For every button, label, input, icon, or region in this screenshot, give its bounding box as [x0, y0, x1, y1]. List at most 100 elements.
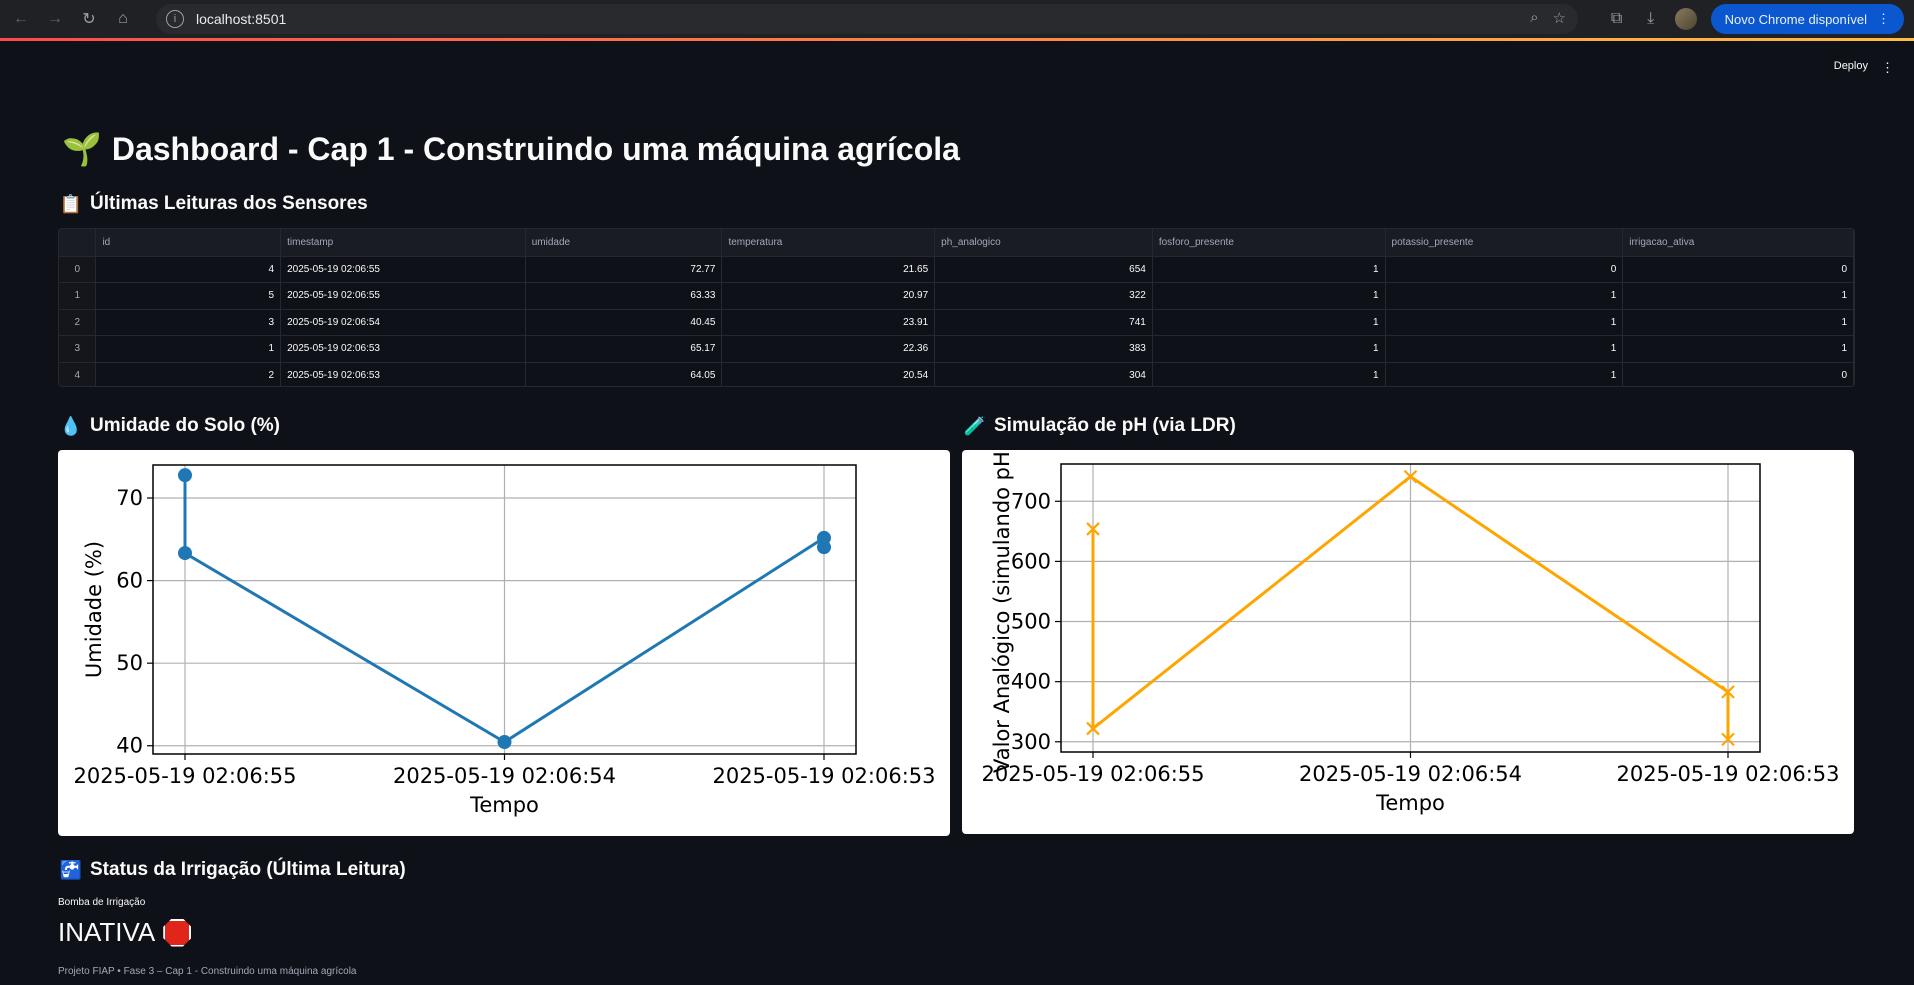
table-cell[interactable]: 1 — [1622, 335, 1854, 363]
column-header[interactable]: temperatura — [721, 229, 936, 257]
profile-avatar[interactable] — [1674, 8, 1697, 30]
table-cell[interactable]: 1 — [1152, 309, 1386, 336]
table-cell[interactable]: 2025-05-19 02:06:54 — [280, 309, 526, 336]
deploy-button[interactable]: Deploy — [1834, 60, 1868, 72]
table-cell[interactable]: 20.54 — [721, 362, 936, 386]
extensions-icon[interactable]: ⧉ — [1607, 10, 1627, 28]
table-cell[interactable]: 3 — [95, 309, 282, 336]
table-cell[interactable]: 63.33 — [525, 282, 723, 310]
table-cell[interactable]: 40.45 — [525, 309, 723, 336]
table-cell[interactable]: 1 — [1385, 309, 1624, 336]
x-tick-label: 2025-05-19 02:06:53 — [1616, 762, 1839, 786]
ph-section-heading: 🧪 Simulação de pH (via LDR) — [964, 415, 1236, 437]
row-index: 0 — [59, 256, 97, 283]
humidity-section-title: Umidade do Solo (%) — [90, 415, 280, 436]
y-axis-label: Umidade (%) — [82, 541, 106, 678]
table-cell[interactable]: 21.65 — [721, 256, 936, 283]
stop-sign-icon — [163, 918, 192, 947]
table-cell[interactable]: 1 — [1385, 362, 1624, 386]
table-cell[interactable]: 23.91 — [721, 309, 936, 336]
table-cell[interactable]: 1 — [1385, 335, 1624, 363]
app-menu-icon[interactable]: ⋮ — [1881, 60, 1894, 76]
y-tick-label: 50 — [116, 651, 143, 675]
x-tick-label: 2025-05-19 02:06:54 — [1299, 762, 1522, 786]
table-cell[interactable]: 0 — [1622, 256, 1854, 283]
table-cell[interactable]: 4 — [95, 256, 282, 283]
row-index: 4 — [59, 362, 97, 386]
table-cell[interactable]: 1 — [1152, 256, 1386, 283]
table-cell[interactable]: 20.97 — [721, 282, 936, 310]
table-cell[interactable]: 1 — [1152, 335, 1386, 363]
column-header[interactable]: potassio_presente — [1385, 229, 1624, 257]
table-cell[interactable]: 1 — [1152, 282, 1386, 310]
column-header[interactable] — [59, 229, 97, 257]
data-point — [497, 735, 512, 750]
back-icon[interactable]: ← — [8, 6, 34, 32]
table-cell[interactable]: 1 — [1622, 282, 1854, 310]
table-row[interactable]: 0 4 2025-05-19 02:06:55 72.77 21.65 654 … — [59, 256, 1854, 283]
x-tick-label: 2025-05-19 02:06:54 — [393, 764, 616, 788]
table-cell[interactable]: 2025-05-19 02:06:55 — [280, 256, 526, 283]
x-tick-label: 2025-05-19 02:06:53 — [712, 764, 935, 788]
status-section-heading: 🚰 Status da Irrigação (Última Leitura) — [60, 859, 406, 881]
column-header[interactable]: irrigacao_ativa — [1622, 229, 1854, 257]
y-tick-label: 700 — [1011, 489, 1051, 513]
column-header[interactable]: ph_analogico — [934, 229, 1153, 257]
y-tick-label: 500 — [1011, 610, 1051, 634]
table-cell[interactable]: 1 — [95, 335, 282, 363]
bookmark-star-icon[interactable]: ☆ — [1553, 9, 1566, 27]
table-cell[interactable]: 2025-05-19 02:06:53 — [280, 362, 526, 386]
table-cell[interactable]: 304 — [934, 362, 1153, 386]
zoom-icon[interactable]: ⌕ — [1530, 9, 1538, 27]
y-tick-label: 40 — [116, 734, 143, 758]
y-tick-label: 70 — [116, 486, 143, 510]
table-cell[interactable]: 1 — [1152, 362, 1386, 386]
table-row[interactable]: 1 5 2025-05-19 02:06:55 63.33 20.97 322 … — [59, 282, 1854, 310]
table-cell[interactable]: 2 — [95, 362, 282, 386]
page-title-text: Dashboard - Cap 1 - Construindo uma máqu… — [111, 130, 960, 167]
x-axis-label: Tempo — [1375, 791, 1445, 815]
metric-label: Bomba de Irrigação — [58, 897, 146, 908]
ph-chart-svg: 2025-05-19 02:06:55 2025-05-19 02:06:54 20… — [981, 443, 1839, 815]
table-section-title: Últimas Leituras dos Sensores — [90, 193, 368, 214]
humidity-chart: 2025-05-19 02:06:55 2025-05-19 02:06:54 20… — [58, 450, 950, 836]
table-cell[interactable]: 65.17 — [525, 335, 723, 363]
table-cell[interactable]: 0 — [1622, 362, 1854, 386]
clipboard-icon: 📋 — [59, 193, 83, 214]
table-row[interactable]: 2 3 2025-05-19 02:06:54 40.45 23.91 741 … — [59, 309, 1854, 336]
table-cell[interactable]: 654 — [934, 256, 1153, 283]
site-info-icon[interactable]: i — [166, 10, 184, 28]
column-header[interactable]: timestamp — [280, 229, 526, 257]
table-cell[interactable]: 2025-05-19 02:06:55 — [280, 282, 526, 310]
y-tick-label: 60 — [116, 569, 143, 593]
sensor-readings-table[interactable]: id timestamp umidade temperatura ph_anal… — [58, 228, 1855, 387]
table-cell[interactable]: 0 — [1385, 256, 1624, 283]
table-cell[interactable]: 1 — [1622, 309, 1854, 336]
table-cell[interactable]: 72.77 — [525, 256, 723, 283]
table-row[interactable]: 4 2 2025-05-19 02:06:53 64.05 20.54 304 … — [59, 362, 1854, 386]
ph-chart: 2025-05-19 02:06:55 2025-05-19 02:06:54 20… — [962, 443, 1854, 834]
forward-icon[interactable]: → — [42, 6, 68, 32]
column-header[interactable]: fosforo_presente — [1152, 229, 1386, 257]
table-cell[interactable]: 1 — [1385, 282, 1624, 310]
table-header-row: id timestamp umidade temperatura ph_anal… — [59, 229, 1854, 257]
data-point — [817, 540, 831, 555]
chrome-update-button[interactable]: Novo Chrome disponível ⋮ — [1710, 4, 1904, 34]
table-cell[interactable]: 64.05 — [525, 362, 723, 386]
table-cell[interactable]: 322 — [934, 282, 1153, 310]
column-header[interactable]: umidade — [525, 229, 723, 257]
table-cell[interactable]: 2025-05-19 02:06:53 — [280, 335, 526, 363]
chrome-menu-icon[interactable]: ⋮ — [1877, 11, 1890, 27]
table-cell[interactable]: 741 — [934, 309, 1153, 336]
table-cell[interactable]: 383 — [934, 335, 1153, 363]
table-cell[interactable]: 22.36 — [721, 335, 936, 363]
download-icon[interactable]: ⤓ — [1641, 10, 1661, 28]
table-row[interactable]: 3 1 2025-05-19 02:06:53 65.17 22.36 383 … — [59, 335, 1854, 363]
reload-icon[interactable]: ↻ — [76, 6, 102, 32]
home-icon[interactable]: ⌂ — [110, 6, 136, 32]
data-point — [178, 546, 192, 561]
table-cell[interactable]: 5 — [95, 282, 282, 310]
x-tick-label: 2025-05-19 02:06:55 — [981, 762, 1204, 786]
column-header[interactable]: id — [95, 229, 282, 257]
address-bar[interactable]: i localhost:8501 ⌕ ☆ — [156, 4, 1578, 34]
